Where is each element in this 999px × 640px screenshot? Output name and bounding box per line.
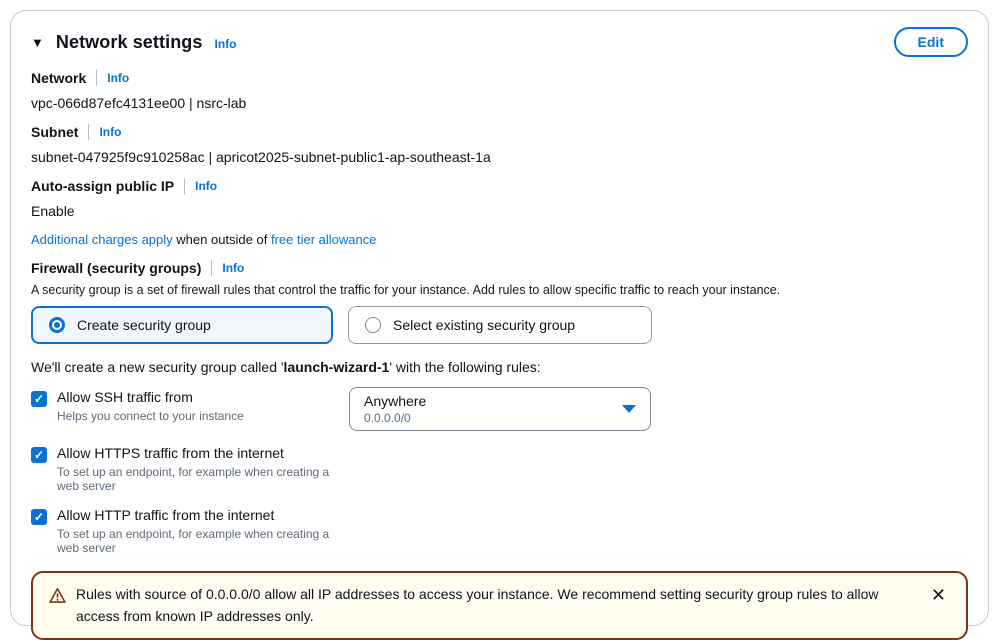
firewall-description: A security group is a set of firewall ru… <box>31 283 968 297</box>
firewall-info-link[interactable]: Info <box>222 261 244 275</box>
radio-unselected-icon[interactable] <box>365 317 381 333</box>
divider <box>211 260 212 276</box>
ssh-checkbox[interactable]: ✓ <box>31 391 47 407</box>
security-group-radio-group: Create security group Select existing se… <box>31 306 968 344</box>
radio-tile-label: Select existing security group <box>393 317 575 333</box>
edit-button[interactable]: Edit <box>894 27 968 57</box>
radio-selected-icon[interactable] <box>49 317 65 333</box>
https-rule-row: ✓ Allow HTTPS traffic from the internet … <box>31 445 968 493</box>
free-tier-link[interactable]: free tier allowance <box>271 232 377 247</box>
page-title: Network settings <box>56 32 203 53</box>
http-rule-labels: Allow HTTP traffic from the internet To … <box>57 507 349 555</box>
ssh-rule-label: Allow SSH traffic from <box>57 389 244 405</box>
radio-tile-create-security-group[interactable]: Create security group <box>31 306 333 344</box>
ssh-source-dropdown[interactable]: Anywhere 0.0.0.0/0 <box>349 387 651 431</box>
http-rule-label: Allow HTTP traffic from the internet <box>57 507 349 523</box>
rules-intro: We'll create a new security group called… <box>31 359 968 375</box>
divider <box>184 178 185 194</box>
additional-charges-link[interactable]: Additional charges apply <box>31 232 173 247</box>
auto-assign-ip-label-row: Auto-assign public IP Info <box>31 178 968 194</box>
https-rule-sublabel: To set up an endpoint, for example when … <box>57 465 349 493</box>
network-label: Network <box>31 70 86 86</box>
https-rule-labels: Allow HTTPS traffic from the internet To… <box>57 445 349 493</box>
subnet-value: subnet-047925f9c910258ac | apricot2025-s… <box>31 149 968 165</box>
rules-intro-suffix: ' with the following rules: <box>389 359 540 375</box>
subnet-label: Subnet <box>31 124 78 140</box>
auto-assign-ip-value: Enable <box>31 203 968 219</box>
rules-intro-prefix: We'll create a new security group called… <box>31 359 284 375</box>
panel-header: ▼ Network settings Info Edit <box>31 27 968 57</box>
subnet-info-link[interactable]: Info <box>99 125 121 139</box>
ssh-source-value: Anywhere <box>364 393 426 409</box>
ssh-source-cidr: 0.0.0.0/0 <box>364 411 426 425</box>
http-rule-left: ✓ Allow HTTP traffic from the internet T… <box>31 507 349 555</box>
http-checkbox[interactable]: ✓ <box>31 509 47 525</box>
radio-tile-select-existing-security-group[interactable]: Select existing security group <box>348 306 652 344</box>
warning-triangle-icon <box>49 587 66 609</box>
collapse-caret-icon[interactable]: ▼ <box>31 36 44 49</box>
auto-assign-ip-label: Auto-assign public IP <box>31 178 174 194</box>
https-rule-label: Allow HTTPS traffic from the internet <box>57 445 349 461</box>
auto-assign-ip-info-link[interactable]: Info <box>195 179 217 193</box>
close-icon[interactable]: ✕ <box>927 584 950 606</box>
http-rule-row: ✓ Allow HTTP traffic from the internet T… <box>31 507 968 555</box>
http-rule-sublabel: To set up an endpoint, for example when … <box>57 527 349 555</box>
network-info-link[interactable]: Info <box>107 71 129 85</box>
ssh-rule-labels: Allow SSH traffic from Helps you connect… <box>57 389 244 423</box>
charges-note: Additional charges apply when outside of… <box>31 232 968 247</box>
security-group-name: launch-wizard-1 <box>284 359 390 375</box>
warning-banner: Rules with source of 0.0.0.0/0 allow all… <box>31 571 968 640</box>
ssh-rule-left: ✓ Allow SSH traffic from Helps you conne… <box>31 389 349 423</box>
firewall-label-row: Firewall (security groups) Info <box>31 260 968 276</box>
radio-tile-label: Create security group <box>77 317 211 333</box>
network-value: vpc-066d87efc4131ee00 | nsrc-lab <box>31 95 968 111</box>
ssh-rule-sublabel: Helps you connect to your instance <box>57 409 244 423</box>
chevron-down-icon <box>622 405 636 413</box>
charges-note-text: when outside of <box>173 232 271 247</box>
https-checkbox[interactable]: ✓ <box>31 447 47 463</box>
divider <box>96 70 97 86</box>
warning-text: Rules with source of 0.0.0.0/0 allow all… <box>76 584 917 627</box>
panel-info-link[interactable]: Info <box>215 37 237 51</box>
ssh-source-dropdown-text: Anywhere 0.0.0.0/0 <box>364 393 426 425</box>
divider <box>88 124 89 140</box>
subnet-field-label-row: Subnet Info <box>31 124 968 140</box>
network-settings-panel: ▼ Network settings Info Edit Network Inf… <box>10 10 989 626</box>
firewall-label: Firewall (security groups) <box>31 260 201 276</box>
https-rule-left: ✓ Allow HTTPS traffic from the internet … <box>31 445 349 493</box>
ssh-rule-row: ✓ Allow SSH traffic from Helps you conne… <box>31 389 968 431</box>
network-field-label-row: Network Info <box>31 70 968 86</box>
